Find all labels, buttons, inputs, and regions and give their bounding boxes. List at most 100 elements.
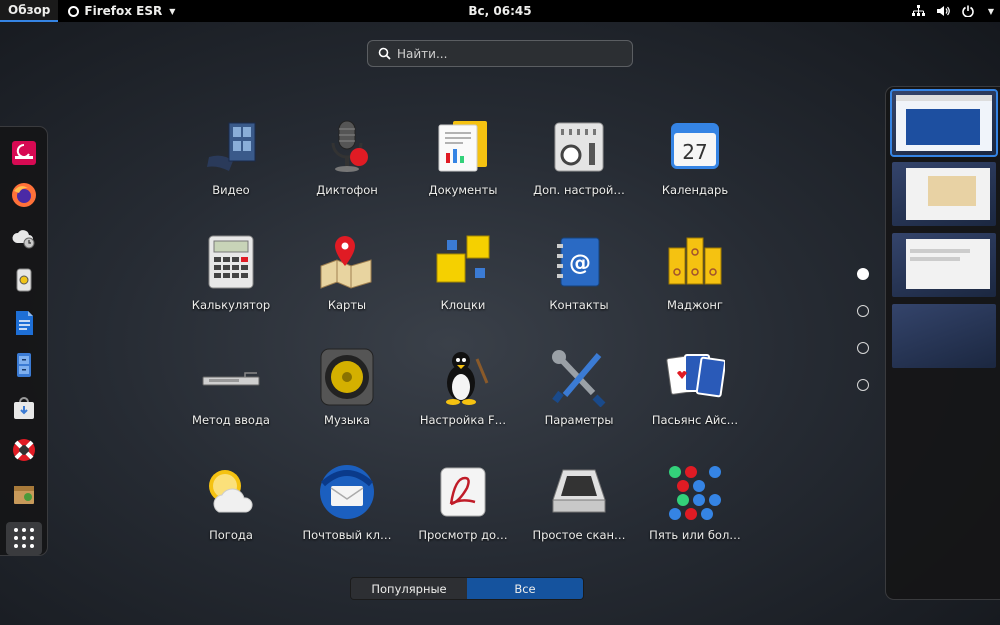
chevron-down-icon: ▼ bbox=[987, 6, 994, 16]
document-viewer-icon bbox=[431, 460, 495, 524]
cards-icon bbox=[663, 345, 727, 409]
app-mail[interactable]: Почтовый кл… bbox=[291, 460, 403, 575]
app-label: Клоцки bbox=[440, 298, 486, 312]
dash-item-help[interactable] bbox=[7, 435, 41, 467]
app-aisleriot[interactable]: Пасьянс Айс… bbox=[639, 345, 751, 460]
five-or-more-icon bbox=[663, 460, 727, 524]
app-label: Доп. настрой… bbox=[533, 183, 625, 197]
cloud-backup-icon bbox=[11, 229, 34, 249]
app-recorder[interactable]: Диктофон bbox=[291, 115, 403, 230]
top-bar: Обзор Firefox ESR ▼ Вс, 06:45 ▼ bbox=[0, 0, 1000, 22]
svg-text:@: @ bbox=[569, 251, 591, 276]
search-entry[interactable] bbox=[367, 40, 633, 67]
search-input[interactable] bbox=[397, 46, 617, 61]
app-view-toggle: Популярные Все bbox=[350, 577, 584, 600]
file-cabinet-icon bbox=[16, 353, 31, 378]
maps-icon bbox=[315, 230, 379, 294]
window-preview bbox=[906, 239, 990, 289]
tweaks-icon bbox=[547, 115, 611, 179]
app-weather[interactable]: Погода bbox=[175, 460, 287, 575]
microphone-icon bbox=[315, 115, 379, 179]
page-dot-2[interactable] bbox=[857, 305, 869, 317]
weather-icon bbox=[199, 460, 263, 524]
software-store-icon bbox=[13, 396, 34, 419]
page-dot-1[interactable] bbox=[857, 268, 869, 280]
app-label: Маджонг bbox=[667, 298, 723, 312]
app-label: Пасьянс Айс… bbox=[651, 413, 739, 427]
keyboard-icon bbox=[199, 345, 263, 409]
app-label: Музыка bbox=[324, 413, 370, 427]
calendar-day: 27 bbox=[682, 140, 707, 164]
window-preview bbox=[906, 168, 990, 220]
app-label: Метод ввода bbox=[192, 413, 270, 427]
power-icon bbox=[962, 5, 974, 17]
dash bbox=[0, 126, 48, 556]
workspace-thumbnail-3[interactable] bbox=[892, 233, 996, 297]
clock[interactable]: Вс, 06:45 bbox=[468, 4, 531, 18]
dash-item-debian[interactable] bbox=[7, 137, 41, 169]
app-label: Документы bbox=[428, 183, 498, 197]
app-evince[interactable]: Просмотр до… bbox=[407, 460, 519, 575]
app-menu[interactable]: Firefox ESR ▼ bbox=[58, 4, 175, 18]
music-speaker-icon bbox=[315, 345, 379, 409]
app-input-method[interactable]: Метод ввода bbox=[175, 345, 287, 460]
debian-icon bbox=[11, 140, 36, 165]
app-scanner[interactable]: Простое скан… bbox=[523, 460, 635, 575]
scanner-icon bbox=[547, 460, 611, 524]
volume-icon bbox=[936, 6, 950, 16]
app-klotski[interactable]: Клоцки bbox=[407, 230, 519, 345]
app-settings[interactable]: Параметры bbox=[523, 345, 635, 460]
workspace-thumbnail-2[interactable] bbox=[892, 162, 996, 226]
dash-item-files[interactable] bbox=[7, 350, 41, 382]
firefox-icon bbox=[11, 183, 36, 208]
page-dot-4[interactable] bbox=[857, 379, 869, 391]
workspace-thumbnail-1[interactable] bbox=[890, 89, 998, 157]
app-calendar[interactable]: 27 Календарь bbox=[639, 115, 751, 230]
app-mahjongg[interactable]: Маджонг bbox=[639, 230, 751, 345]
frequent-apps-button[interactable]: Популярные bbox=[351, 578, 467, 599]
dash-item-writer[interactable] bbox=[7, 307, 41, 339]
activities-button[interactable]: Обзор bbox=[0, 0, 59, 22]
app-video[interactable]: Видео bbox=[175, 115, 287, 230]
show-apps-button[interactable] bbox=[5, 521, 42, 556]
app-label: Просмотр до… bbox=[418, 528, 508, 542]
app-label: Пять или бол… bbox=[649, 528, 741, 542]
app-label: Почтовый кл… bbox=[302, 528, 392, 542]
window-preview bbox=[896, 95, 992, 151]
app-contacts[interactable]: @ Контакты bbox=[523, 230, 635, 345]
dash-item-backup[interactable] bbox=[7, 222, 41, 254]
all-apps-button[interactable]: Все bbox=[467, 578, 583, 599]
app-tweaks[interactable]: Доп. настрой… bbox=[523, 115, 635, 230]
dash-item-archive[interactable] bbox=[7, 477, 41, 509]
system-status-menu[interactable]: ▼ bbox=[911, 5, 994, 17]
settings-tools-icon bbox=[547, 345, 611, 409]
page-indicator bbox=[857, 268, 869, 391]
sound-recorder-icon bbox=[16, 268, 31, 292]
documents-icon bbox=[431, 115, 495, 179]
calculator-icon bbox=[199, 230, 263, 294]
firefox-small-icon bbox=[68, 5, 80, 17]
writer-icon bbox=[15, 310, 33, 335]
app-maps[interactable]: Карты bbox=[291, 230, 403, 345]
archive-icon bbox=[13, 485, 34, 504]
klotski-icon bbox=[431, 230, 495, 294]
page-dot-3[interactable] bbox=[857, 342, 869, 354]
dash-item-recorder[interactable] bbox=[7, 265, 41, 297]
video-icon bbox=[199, 115, 263, 179]
app-five-or-more[interactable]: Пять или бол… bbox=[639, 460, 751, 575]
app-label: Настройка F… bbox=[419, 413, 507, 427]
app-label: Погода bbox=[209, 528, 253, 542]
workspace-thumbnail-4[interactable] bbox=[892, 304, 996, 368]
app-label: Диктофон bbox=[316, 183, 378, 197]
calendar-icon: 27 bbox=[663, 115, 727, 179]
workspace-switcher bbox=[885, 86, 1000, 600]
app-music[interactable]: Музыка bbox=[291, 345, 403, 460]
dash-item-firefox[interactable] bbox=[7, 180, 41, 212]
app-calculator[interactable]: Калькулятор bbox=[175, 230, 287, 345]
tux-icon bbox=[431, 345, 495, 409]
dash-item-software[interactable] bbox=[7, 392, 41, 424]
app-firewall[interactable]: Настройка F… bbox=[407, 345, 519, 460]
app-label: Контакты bbox=[549, 298, 609, 312]
mahjongg-icon bbox=[663, 230, 727, 294]
app-documents[interactable]: Документы bbox=[407, 115, 519, 230]
